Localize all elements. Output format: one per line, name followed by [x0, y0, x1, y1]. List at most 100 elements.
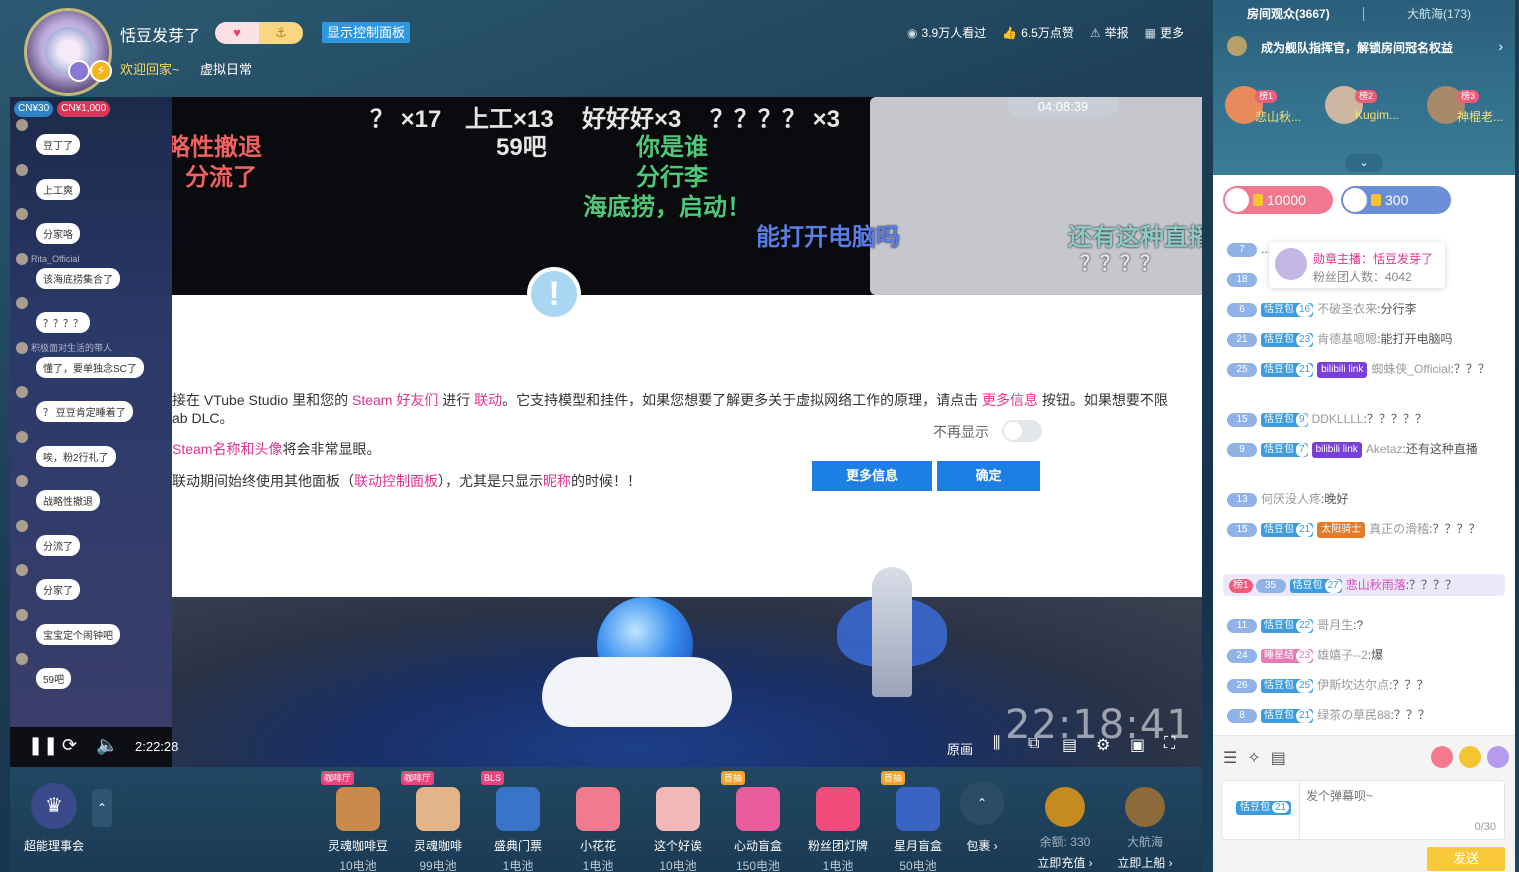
- in-chat-user[interactable]: [16, 430, 116, 443]
- balance-block[interactable]: 余额: 330 立即充值 ›: [1037, 787, 1093, 871]
- in-chat-user[interactable]: [16, 297, 90, 309]
- pause-icon[interactable]: ❚❚: [28, 735, 58, 756]
- in-chat-user[interactable]: [16, 608, 120, 621]
- recharge-link[interactable]: 立即充值 ›: [1037, 854, 1093, 871]
- confirm-button[interactable]: 确定: [937, 461, 1040, 491]
- gift-item[interactable]: 这个好诶 10电池: [638, 771, 718, 872]
- chat-username[interactable]: 哥月生: [1317, 618, 1353, 632]
- fan-medal[interactable]: 恬豆包 22: [1261, 618, 1314, 633]
- streamer-avatar[interactable]: [24, 8, 112, 96]
- danmaku-mode-icon[interactable]: ▤: [1271, 748, 1286, 768]
- volume-icon[interactable]: 🔈: [96, 735, 118, 756]
- sc-badge[interactable]: CN¥1,000: [57, 101, 111, 117]
- tab-voyage[interactable]: 大航海(173): [1407, 5, 1471, 22]
- chat-username[interactable]: Aketaz: [1366, 442, 1403, 456]
- gift-item[interactable]: 咖啡厅 灵魂咖啡豆 10电池: [318, 771, 398, 872]
- voyage-block[interactable]: 大航海 立即上船 ›: [1115, 787, 1175, 871]
- quality-button[interactable]: 原画: [947, 739, 973, 758]
- more-button[interactable]: ▦ 更多: [1145, 24, 1184, 41]
- top-rank-2[interactable]: 榜2 Kugim...: [1317, 86, 1413, 126]
- dont-show-toggle[interactable]: [1002, 420, 1042, 442]
- chat-message: 15 恬豆包 21 太阳骑士 真正の滑稽:？？？？: [1227, 520, 1509, 538]
- in-chat-user[interactable]: [16, 386, 133, 398]
- chat-username[interactable]: 雄嬉子--2: [1317, 648, 1368, 662]
- in-chat-user[interactable]: 积极面对生活的带人: [16, 341, 144, 354]
- anchor-icon[interactable]: ⚓: [259, 22, 303, 44]
- fan-medal[interactable]: 睡星结 23: [1261, 648, 1314, 663]
- top-rank-1[interactable]: 榜1 悲山秋...: [1217, 86, 1313, 126]
- in-chat-user[interactable]: [16, 519, 80, 532]
- chat-username[interactable]: 肯德基嗯嗯: [1317, 332, 1377, 346]
- chat-username[interactable]: 不破圣衣来: [1317, 302, 1377, 316]
- fan-medal[interactable]: 恬豆包 27: [1289, 578, 1342, 593]
- danmaku-toggle-icon[interactable]: ▤: [1062, 735, 1077, 755]
- anchor-medal-card[interactable]: 勋章主播：恬豆发芽了 粉丝团人数：4042: [1269, 242, 1445, 288]
- gift-item[interactable]: 首抽 星月盲盒 50电池: [878, 771, 958, 872]
- send-button[interactable]: 发送: [1427, 847, 1505, 871]
- danmaku-settings-icon[interactable]: ⚙: [1096, 735, 1110, 755]
- chat-message: 24 睡星结 23 雄嬉子--2:爆: [1227, 646, 1509, 664]
- likes-stat[interactable]: 👍 6.5万点赞: [1002, 24, 1074, 41]
- chat-input[interactable]: [1306, 789, 1496, 803]
- sc-badge[interactable]: CN¥30: [14, 101, 54, 117]
- gift-item[interactable]: BLS 盛典门票 1电池: [478, 771, 558, 872]
- chevron-down-icon[interactable]: ⌄: [1345, 154, 1383, 172]
- board-link[interactable]: 立即上船 ›: [1115, 854, 1175, 871]
- fan-medal[interactable]: 恬豆包 21: [1261, 522, 1314, 537]
- gift-item[interactable]: 粉丝团灯牌 1电池: [798, 771, 878, 872]
- chat-text: :能打开电脑吗: [1377, 332, 1453, 346]
- fan-medal[interactable]: 恬豆包 21: [1261, 362, 1314, 377]
- gift-item[interactable]: 小花花 1电池: [558, 771, 638, 872]
- heart-icon[interactable]: ♥: [215, 22, 259, 44]
- fan-medal[interactable]: 恬豆包 16: [1261, 302, 1314, 317]
- area-tag[interactable]: 虚拟日常: [200, 59, 252, 78]
- fan-medal[interactable]: 恬豆包 21: [1261, 708, 1314, 723]
- in-chat-user[interactable]: [16, 475, 100, 487]
- in-chat-user[interactable]: [16, 163, 80, 176]
- chat-username[interactable]: 伊斯坎达尔点: [1317, 678, 1389, 692]
- superchat-badges[interactable]: CN¥30 CN¥1,000: [14, 101, 111, 117]
- magic-icon[interactable]: ✧: [1247, 748, 1260, 768]
- fan-medal[interactable]: 恬豆包 9: [1261, 412, 1308, 427]
- fleet-banner[interactable]: 成为舰队指挥官，解锁房间冠名权益 ›: [1223, 36, 1505, 58]
- control-panel-button[interactable]: 显示控制面板: [322, 22, 411, 43]
- report-button[interactable]: ⚠ 举报: [1090, 24, 1129, 41]
- chevron-up-icon[interactable]: ⌃: [92, 789, 112, 827]
- tab-room-viewers[interactable]: 房间观众(3667): [1247, 5, 1330, 22]
- chat-username[interactable]: 悲山秋雨落: [1346, 578, 1406, 592]
- chat-username[interactable]: 何厌没人疼: [1261, 492, 1321, 506]
- gift-item[interactable]: 咖啡厅 灵魂咖啡 99电池: [398, 771, 478, 872]
- in-chat-user[interactable]: [16, 208, 80, 220]
- club-button[interactable]: ♛ 超能理事会: [24, 783, 84, 854]
- more-info-button[interactable]: 更多信息: [812, 461, 932, 491]
- chat-username[interactable]: 蜘蛛侠_Official: [1371, 362, 1450, 376]
- refresh-icon[interactable]: ⟳: [62, 735, 77, 756]
- pip-icon[interactable]: ⧉: [1028, 735, 1039, 753]
- danmaku-style-icon[interactable]: ☰: [1223, 748, 1237, 768]
- chat-username[interactable]: 真正の滑稽: [1369, 522, 1429, 536]
- split-icon[interactable]: ⫼: [993, 735, 1000, 753]
- webfullscreen-icon[interactable]: ▣: [1130, 735, 1145, 755]
- fan-medal[interactable]: 恬豆包 23: [1261, 332, 1314, 347]
- in-chat-user[interactable]: [16, 564, 80, 576]
- streamer-name[interactable]: 恬豆发芽了: [120, 22, 200, 46]
- fullscreen-icon[interactable]: ⛶: [1164, 735, 1175, 753]
- emote-panel-icon[interactable]: [1487, 746, 1509, 768]
- top-rank-3[interactable]: 榜3 神棍老...: [1419, 86, 1515, 126]
- follow-pill[interactable]: ♥ ⚓: [215, 22, 303, 44]
- smile-emoji-icon[interactable]: [1459, 746, 1481, 768]
- package-button[interactable]: ⌃ 包裹 ›: [959, 781, 1005, 854]
- chat-username[interactable]: 绿茶の草民88: [1317, 708, 1390, 722]
- contribution-pill-1[interactable]: 10000: [1223, 186, 1333, 214]
- in-chat-user[interactable]: [16, 653, 71, 665]
- video-player[interactable]: 04:08:39 ？ ×17 上工×13 好好好×3 ？？？？ ×3 59吧 你…: [10, 97, 1202, 767]
- in-chat-user[interactable]: [16, 119, 80, 131]
- contribution-pill-2[interactable]: 300: [1341, 186, 1451, 214]
- fan-medal[interactable]: 恬豆包 25: [1261, 678, 1314, 693]
- gift-item[interactable]: 首抽 心动盲盒 150电池: [718, 771, 798, 872]
- in-chat-user[interactable]: Rita_Official: [16, 252, 120, 265]
- medal-selector[interactable]: 恬豆包 21: [1222, 781, 1300, 839]
- fan-medal[interactable]: 恬豆包 7: [1261, 442, 1308, 457]
- chat-username[interactable]: DDKLLLL: [1312, 412, 1364, 426]
- like-emoji-icon[interactable]: [1431, 746, 1453, 768]
